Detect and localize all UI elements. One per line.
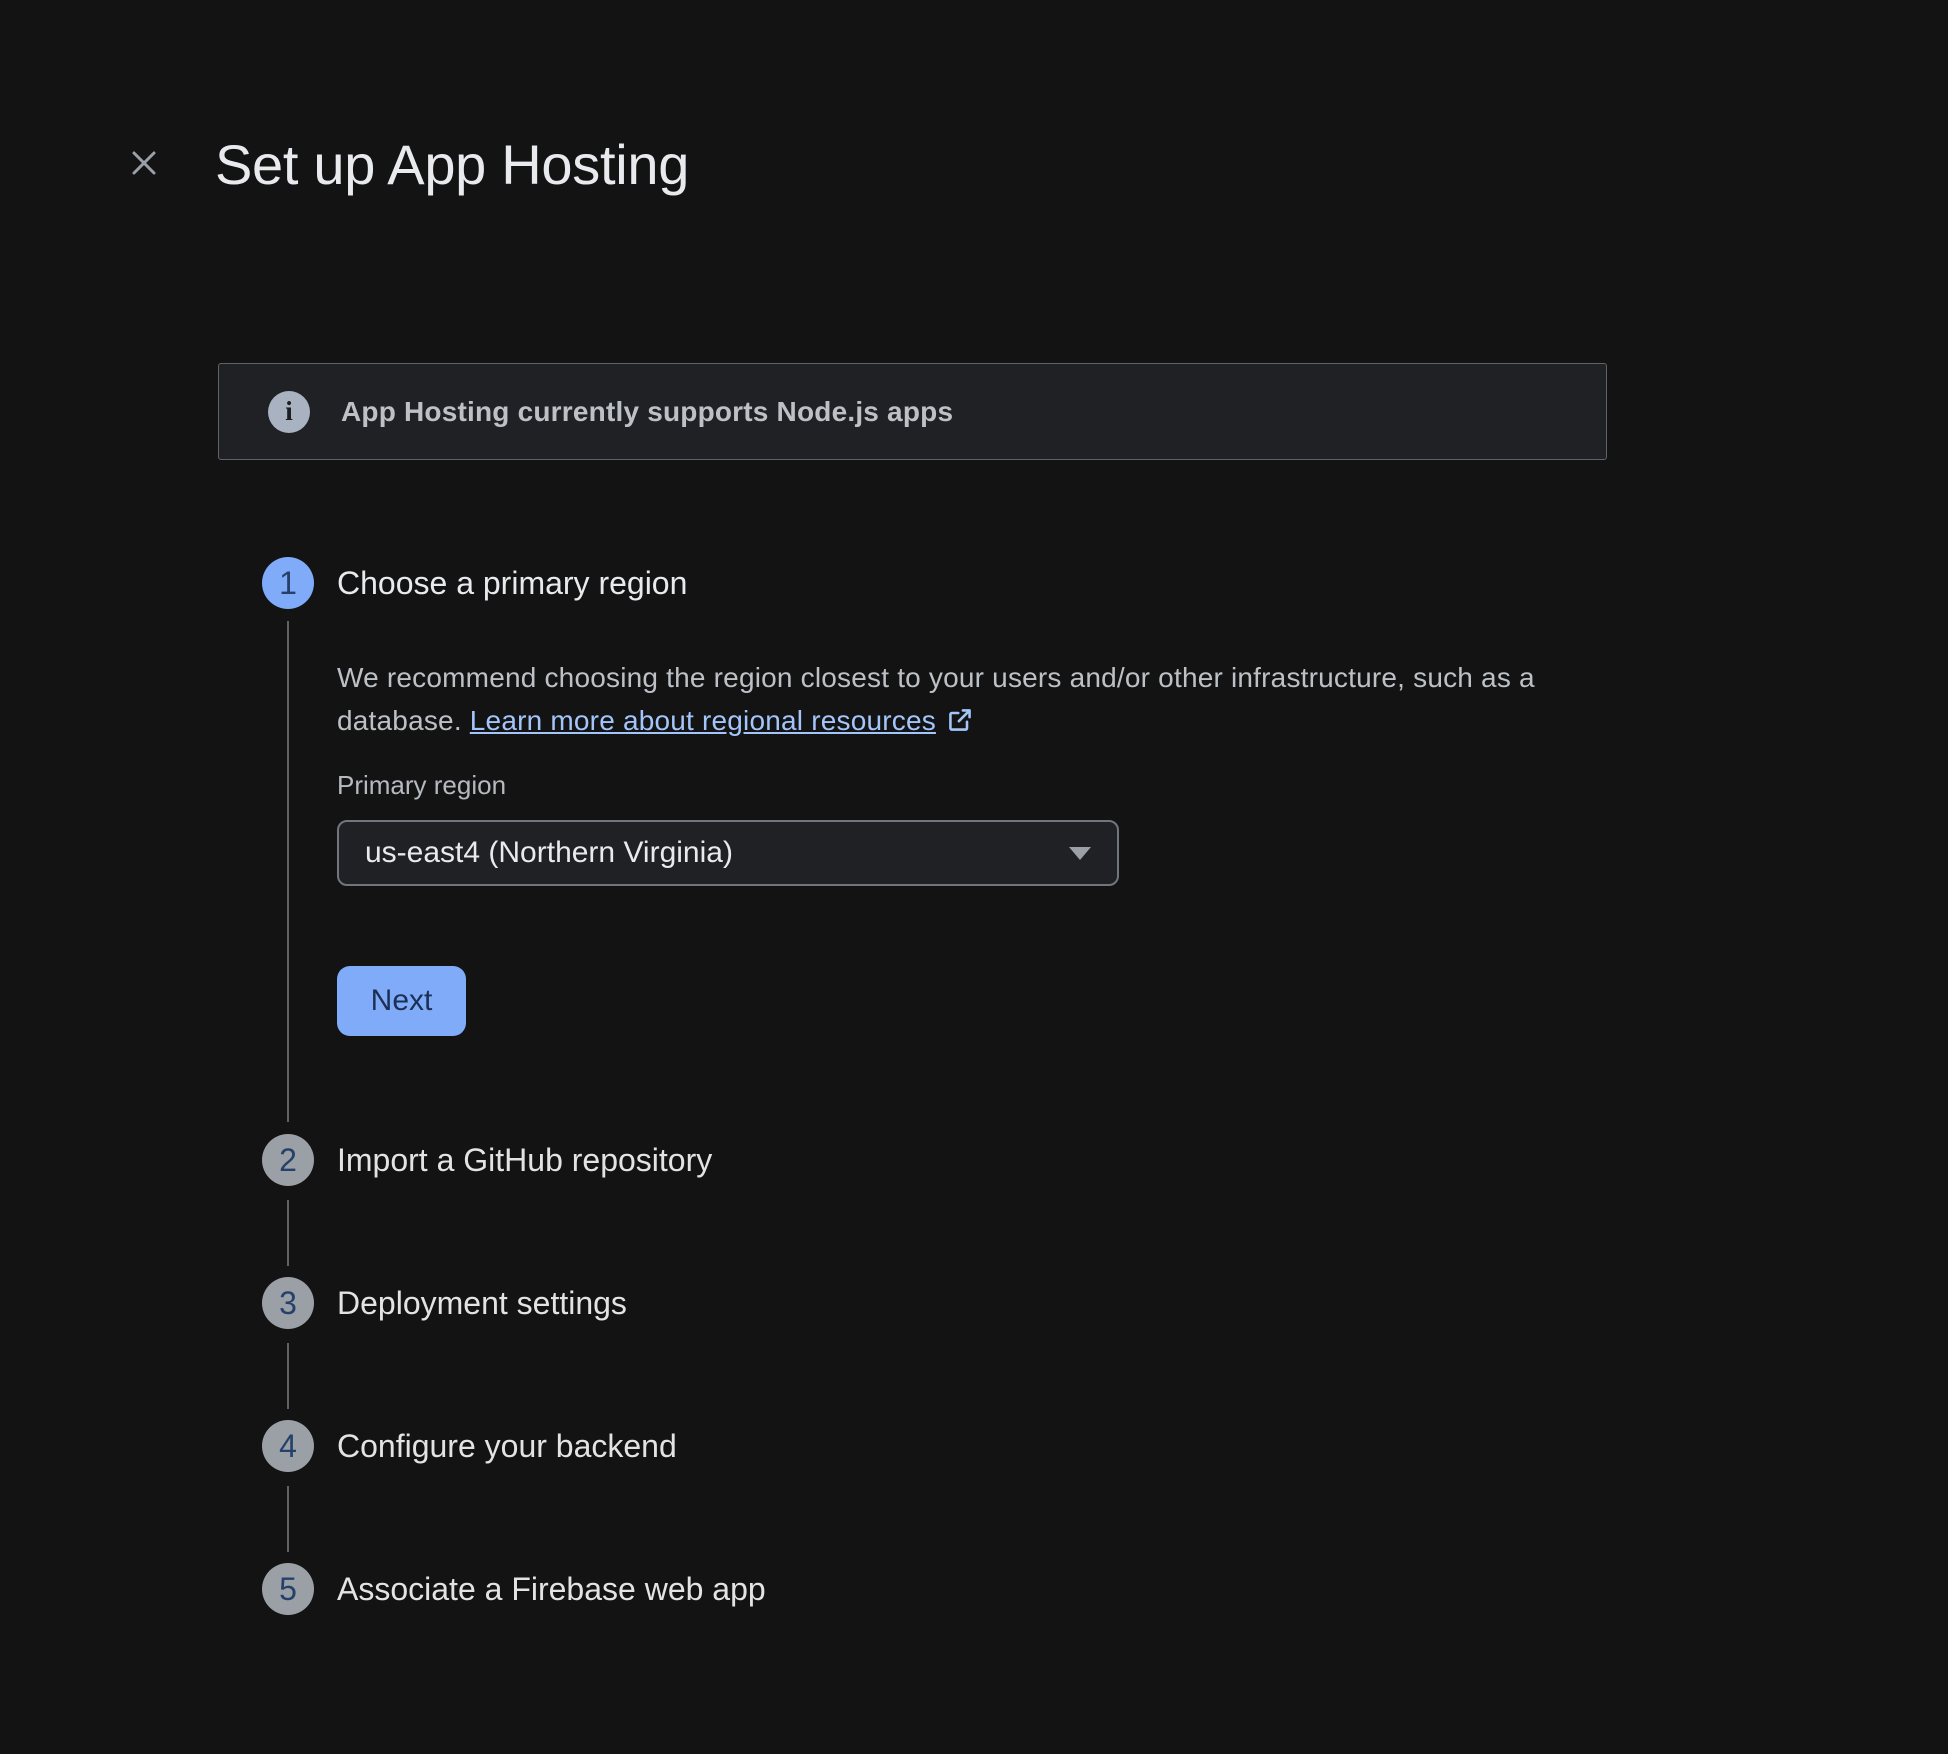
stepper-connector xyxy=(287,621,289,1122)
info-banner: i App Hosting currently supports Node.js… xyxy=(218,363,1607,460)
step-4-title: Configure your backend xyxy=(337,1420,677,1472)
step-2-number: 2 xyxy=(279,1142,297,1179)
step-4-number: 4 xyxy=(279,1428,297,1465)
step-3-title: Deployment settings xyxy=(337,1277,627,1329)
step-1-title: Choose a primary region xyxy=(337,557,687,609)
description-prefix: database. xyxy=(337,705,470,736)
external-link-icon xyxy=(946,703,974,746)
step-2-indicator: 2 xyxy=(262,1134,314,1186)
primary-region-label: Primary region xyxy=(337,766,506,804)
step-4-indicator: 4 xyxy=(262,1420,314,1472)
close-button[interactable] xyxy=(125,144,163,182)
info-icon: i xyxy=(268,391,310,433)
step-1-description-line-2: database. Learn more about regional reso… xyxy=(337,699,1757,742)
stepper-connector xyxy=(287,1486,289,1552)
primary-region-value: us-east4 (Northern Virginia) xyxy=(365,836,1069,870)
step-3-indicator: 3 xyxy=(262,1277,314,1329)
step-5-number: 5 xyxy=(279,1571,297,1608)
dropdown-caret-icon xyxy=(1069,847,1091,860)
close-icon xyxy=(127,146,161,180)
next-button[interactable]: Next xyxy=(337,966,466,1036)
page-title: Set up App Hosting xyxy=(215,131,689,199)
primary-region-select[interactable]: us-east4 (Northern Virginia) xyxy=(337,820,1119,886)
step-1-indicator: 1 xyxy=(262,557,314,609)
next-button-label: Next xyxy=(371,984,433,1018)
learn-more-link[interactable]: Learn more about regional resources xyxy=(470,705,936,736)
setup-app-hosting-dialog: Set up App Hosting i App Hosting current… xyxy=(0,0,1948,1754)
banner-text: App Hosting currently supports Node.js a… xyxy=(341,396,953,428)
step-5-indicator: 5 xyxy=(262,1563,314,1615)
step-2-title: Import a GitHub repository xyxy=(337,1134,712,1186)
step-3-number: 3 xyxy=(279,1285,297,1322)
step-5-title: Associate a Firebase web app xyxy=(337,1563,766,1615)
stepper-connector xyxy=(287,1200,289,1266)
step-1-number: 1 xyxy=(279,565,297,602)
step-1-description-line-1: We recommend choosing the region closest… xyxy=(337,656,1757,699)
stepper-connector xyxy=(287,1343,289,1409)
